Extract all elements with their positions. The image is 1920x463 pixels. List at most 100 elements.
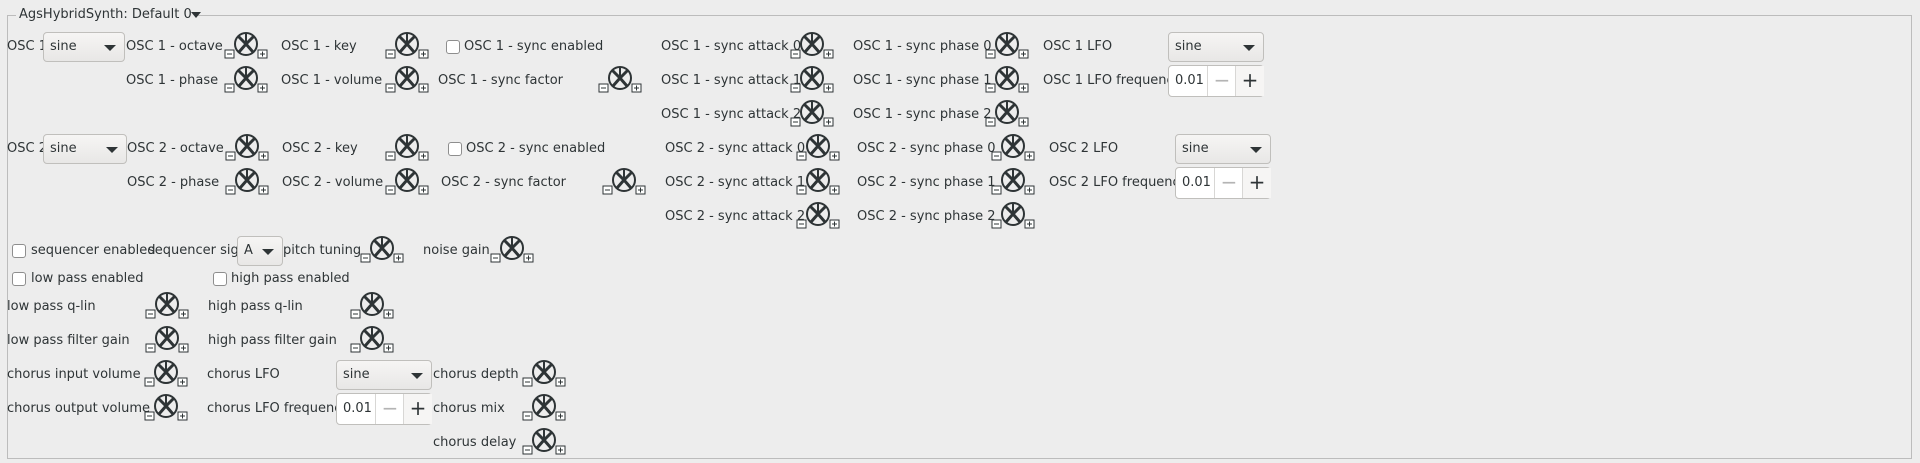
osc1-wave-value: sine	[50, 39, 77, 54]
noise-gain-dial[interactable]	[490, 235, 534, 265]
minus-icon[interactable]: −	[1207, 66, 1236, 96]
osc2-key-dial[interactable]	[385, 133, 429, 163]
knob-icon	[985, 66, 1029, 93]
osc2-sync-factor-label: OSC 2 - sync factor	[441, 175, 566, 190]
osc2-wave-value: sine	[50, 141, 77, 156]
chorus-lfo-frequency-spin[interactable]: 0.01− +	[336, 393, 432, 425]
chorus-lfo-label: chorus LFO	[207, 367, 280, 382]
osc2-sync-phase-2-label: OSC 2 - sync phase 2	[857, 209, 996, 224]
osc1-sync-phase-2-dial[interactable]	[985, 99, 1029, 129]
osc1-sync-enabled-checkbox[interactable]	[446, 40, 460, 54]
osc1-lfo-frequency-value[interactable]: 0.01	[1175, 66, 1204, 96]
high-pass-q-lin-dial[interactable]	[350, 291, 394, 321]
knob-icon	[360, 236, 404, 263]
frame-title: AgsHybridSynth: Default 0	[16, 6, 195, 24]
chorus-input-volume-dial[interactable]	[144, 359, 188, 389]
chevron-down-icon	[104, 45, 116, 51]
osc2-sync-phase-2-dial[interactable]	[991, 201, 1035, 231]
osc2-lfo-frequency-label: OSC 2 LFO frequency	[1049, 175, 1188, 190]
chorus-lfo-combo[interactable]: sine	[336, 360, 432, 390]
osc1-sync-attack-0-dial[interactable]	[790, 31, 834, 61]
knob-icon	[224, 32, 268, 59]
osc2-label: OSC 2	[7, 141, 47, 156]
sequencer-sign-value: A	[244, 243, 253, 258]
osc1-label: OSC 1	[7, 39, 47, 54]
osc2-sync-attack-2-dial[interactable]	[796, 201, 840, 231]
knob-icon	[385, 134, 429, 161]
low-pass-filter-gain-dial[interactable]	[145, 325, 189, 355]
chorus-delay-dial[interactable]	[522, 427, 566, 457]
osc1-sync-attack-0-label: OSC 1 - sync attack 0	[661, 39, 802, 54]
chorus-lfo-frequency-label: chorus LFO frequency	[207, 401, 350, 416]
osc2-lfo-label: OSC 2 LFO	[1049, 141, 1119, 156]
osc2-sync-attack-0-dial[interactable]	[796, 133, 840, 163]
osc1-volume-dial[interactable]	[385, 65, 429, 95]
knob-icon	[602, 168, 646, 195]
osc1-lfo-combo[interactable]: sine	[1168, 32, 1264, 62]
osc1-lfo-frequency-spin[interactable]: 0.01− +	[1168, 65, 1264, 97]
plus-icon[interactable]: +	[403, 394, 432, 424]
osc1-lfo-wave-value: sine	[1175, 39, 1202, 54]
chorus-mix-label: chorus mix	[433, 401, 505, 416]
chorus-output-volume-dial[interactable]	[144, 393, 188, 423]
knob-icon	[796, 202, 840, 229]
knob-icon	[145, 326, 189, 353]
chorus-mix-dial[interactable]	[522, 393, 566, 423]
osc2-sync-enabled-label: OSC 2 - sync enabled	[466, 141, 606, 156]
pitch-tuning-dial[interactable]	[360, 235, 404, 265]
osc2-phase-dial[interactable]	[225, 167, 269, 197]
knob-icon	[225, 134, 269, 161]
low-pass-enabled-checkbox[interactable]	[12, 272, 26, 286]
high-pass-q-lin-label: high pass q-lin	[208, 299, 303, 314]
knob-icon	[385, 32, 429, 59]
osc1-phase-dial[interactable]	[224, 65, 268, 95]
osc2-sync-attack-1-dial[interactable]	[796, 167, 840, 197]
chorus-lfo-frequency-value[interactable]: 0.01	[343, 394, 372, 424]
knob-icon	[790, 32, 834, 59]
osc2-sync-phase-0-dial[interactable]	[991, 133, 1035, 163]
knob-icon	[796, 168, 840, 195]
osc2-sync-factor-dial[interactable]	[602, 167, 646, 197]
osc1-key-dial[interactable]	[385, 31, 429, 61]
osc2-key-label: OSC 2 - key	[282, 141, 358, 156]
sequencer-enabled-label: sequencer enabled	[31, 243, 156, 258]
osc2-volume-dial[interactable]	[385, 167, 429, 197]
knob-icon	[490, 236, 534, 263]
osc2-sync-enabled-checkbox[interactable]	[448, 142, 462, 156]
osc1-sync-factor-label: OSC 1 - sync factor	[438, 73, 563, 88]
plus-icon[interactable]: +	[1242, 168, 1271, 198]
knob-icon	[991, 168, 1035, 195]
sequencer-enabled-checkbox[interactable]	[12, 244, 26, 258]
chorus-depth-label: chorus depth	[433, 367, 519, 382]
low-pass-filter-gain-label: low pass filter gain	[7, 333, 130, 348]
noise-gain-label: noise gain	[423, 243, 490, 258]
minus-icon[interactable]: −	[1214, 168, 1243, 198]
osc2-lfo-combo[interactable]: sine	[1175, 134, 1271, 164]
osc1-wave-combo[interactable]: sine	[43, 32, 125, 62]
chorus-depth-dial[interactable]	[522, 359, 566, 389]
osc2-wave-combo[interactable]: sine	[43, 134, 127, 164]
high-pass-enabled-checkbox[interactable]	[213, 272, 227, 286]
osc1-sync-phase-0-dial[interactable]	[985, 31, 1029, 61]
high-pass-filter-gain-dial[interactable]	[350, 325, 394, 355]
osc2-octave-dial[interactable]	[225, 133, 269, 163]
osc1-sync-attack-1-dial[interactable]	[790, 65, 834, 95]
minus-icon[interactable]: −	[375, 394, 404, 424]
osc2-lfo-frequency-spin[interactable]: 0.01− +	[1175, 167, 1271, 199]
osc1-sync-enabled-label: OSC 1 - sync enabled	[464, 39, 604, 54]
osc1-sync-attack-2-dial[interactable]	[790, 99, 834, 129]
plus-icon[interactable]: +	[1235, 66, 1264, 96]
osc1-sync-factor-dial[interactable]	[598, 65, 642, 95]
knob-icon	[522, 360, 566, 387]
osc2-sync-phase-1-dial[interactable]	[991, 167, 1035, 197]
expander-arrow-icon[interactable]	[191, 12, 201, 18]
osc1-sync-attack-2-label: OSC 1 - sync attack 2	[661, 107, 802, 122]
knob-icon	[144, 360, 188, 387]
low-pass-q-lin-dial[interactable]	[145, 291, 189, 321]
chevron-down-icon	[262, 249, 274, 255]
high-pass-filter-gain-label: high pass filter gain	[208, 333, 337, 348]
osc1-sync-phase-1-dial[interactable]	[985, 65, 1029, 95]
sequencer-sign-combo[interactable]: A	[237, 236, 283, 266]
osc2-lfo-frequency-value[interactable]: 0.01	[1182, 168, 1211, 198]
osc1-octave-dial[interactable]	[224, 31, 268, 61]
